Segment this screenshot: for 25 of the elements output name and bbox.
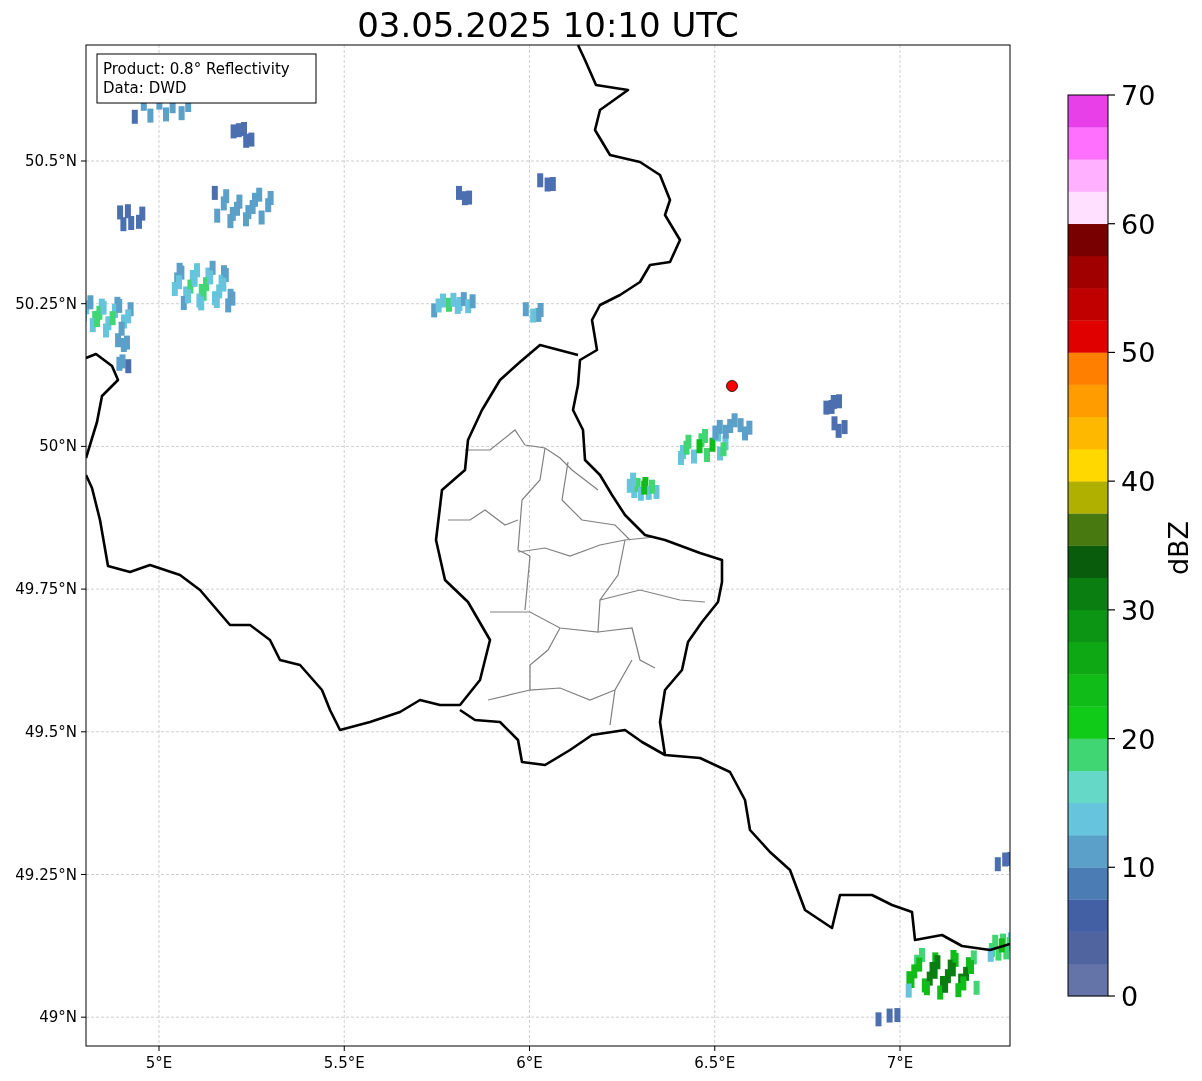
latitude-label: 50.25°N [15, 294, 77, 313]
colorbar-label: dBZ [1163, 520, 1194, 576]
plot-title: 03.05.2025 10:10 UTC [357, 5, 739, 45]
colorbar-tick-label: 20 [1121, 723, 1156, 755]
latitude-label: 49°N [39, 1008, 77, 1027]
colorbar-tick-label: 40 [1121, 466, 1156, 498]
latitude-label: 50°N [39, 437, 77, 456]
longitude-label: 5.5°E [323, 1054, 365, 1072]
latitude-label: 49.25°N [15, 865, 77, 884]
latitude-label: 50.5°N [24, 152, 77, 170]
colorbar-tick-label: 0 [1121, 981, 1139, 1012]
longitude-label: 6°E [516, 1054, 543, 1072]
station-marker [726, 380, 738, 392]
longitude-label: 7°E [886, 1054, 914, 1072]
longitude-label: 5°E [145, 1054, 173, 1072]
latitude-label: 49.5°N [24, 722, 77, 741]
colorbar-tick-label: 50 [1121, 337, 1156, 369]
colorbar-tick-label: 30 [1121, 594, 1156, 626]
latitude-label: 49.75°N [15, 580, 77, 599]
colorbar-tick-label: 60 [1121, 208, 1156, 240]
colorbar-tick-label: 70 [1121, 80, 1156, 111]
colorbar-tick-label: 10 [1121, 852, 1156, 884]
info-line: Data: DWD [103, 79, 187, 97]
info-line: Product: 0.8° Reflectivity [103, 60, 290, 78]
longitude-label: 6.5°E [694, 1054, 736, 1072]
